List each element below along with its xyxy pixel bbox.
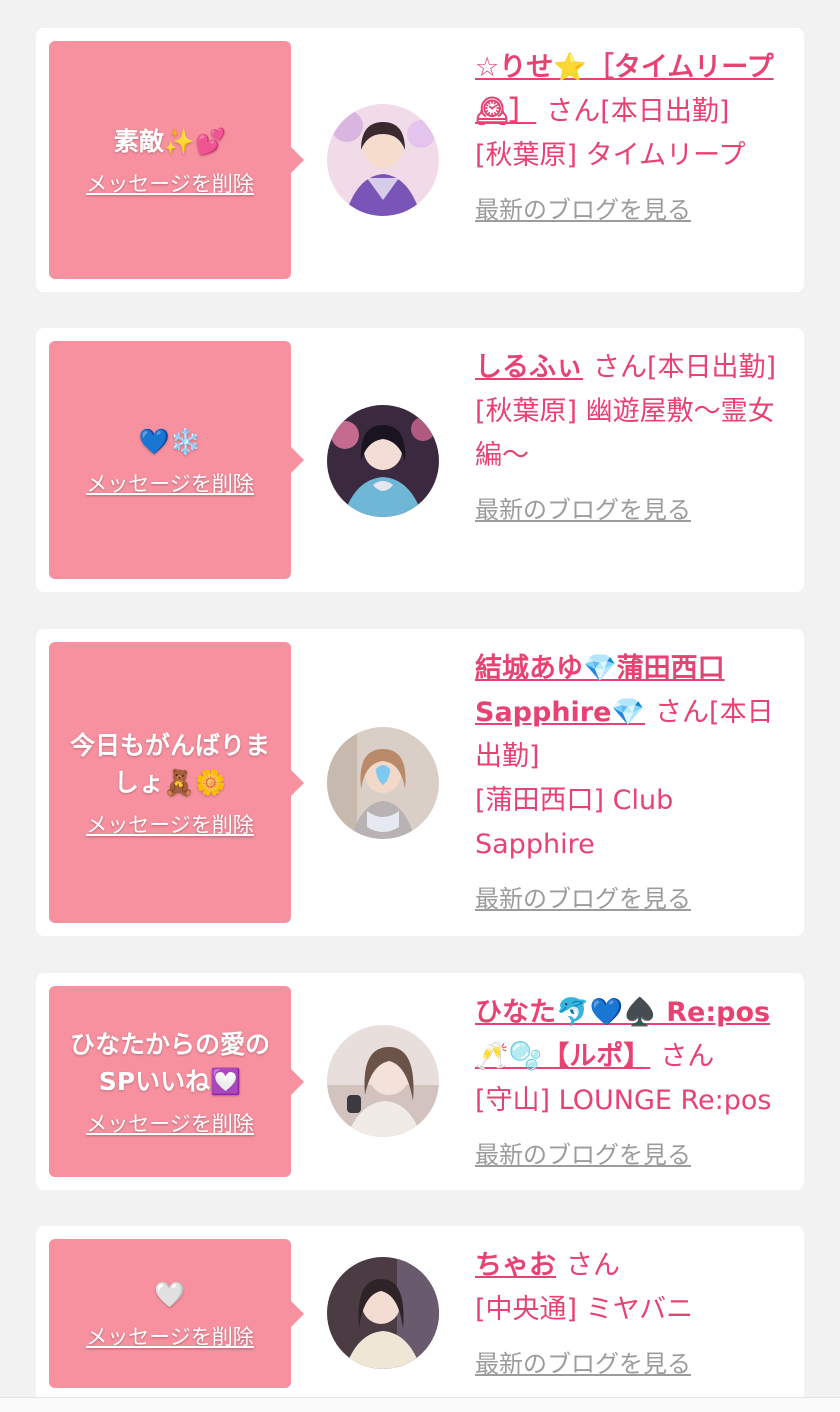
avatar[interactable] bbox=[327, 727, 439, 839]
girl-info: ちゃお さん [中央通] ミヤバニ 最新のブログを見る bbox=[475, 1244, 793, 1382]
message-text: 🤍 bbox=[154, 1280, 186, 1309]
message-card: 今日もがんばりましょ🧸🌼 メッセージを削除 結城あゆ💎蒲田西口Sapphire💎… bbox=[36, 629, 804, 936]
shop-info: [中央通] ミヤバニ bbox=[475, 1294, 694, 1325]
message-bubble: 🤍 メッセージを削除 bbox=[49, 1239, 304, 1388]
honorific: さん bbox=[660, 1041, 715, 1072]
message-bubble: 素敵✨💕 メッセージを削除 bbox=[49, 41, 304, 279]
shop-info: [蒲田西口] Club Sapphire bbox=[475, 785, 674, 860]
message-bubble: 💙❄️ メッセージを削除 bbox=[49, 341, 304, 579]
message-bubble: ひなたからの愛のSPいいね💟 メッセージを削除 bbox=[49, 986, 304, 1177]
delete-message-link[interactable]: メッセージを削除 bbox=[86, 468, 254, 498]
message-text: 💙❄️ bbox=[138, 426, 202, 456]
message-text: ひなたからの愛のSPいいね💟 bbox=[69, 1029, 270, 1096]
shop-info: [秋葉原] タイムリープ bbox=[475, 140, 746, 171]
girl-name-link[interactable]: ひなた🐬💙♠️ Re:pos 🥂🫧【ルポ】 bbox=[475, 997, 770, 1072]
message-text: 素敵✨💕 bbox=[113, 126, 227, 156]
girl-info: ☆りせ⭐️［タイムリープ🕰］ さん[本日出勤] [秋葉原] タイムリープ 最新のブ… bbox=[475, 46, 793, 228]
latest-blog-link[interactable]: 最新のブログを見る bbox=[475, 1137, 793, 1173]
avatar-image bbox=[327, 1025, 439, 1137]
honorific: さん bbox=[655, 697, 710, 728]
avatar-image bbox=[327, 405, 439, 517]
shop-info: [秋葉原] 幽遊屋敷〜霊女編〜 bbox=[475, 396, 775, 471]
shop-info: [守山] LOUNGE Re:pos bbox=[475, 1085, 772, 1116]
delete-message-link[interactable]: メッセージを削除 bbox=[86, 1321, 254, 1351]
girl-name-link[interactable]: ちゃお bbox=[475, 1250, 556, 1281]
message-list: 素敵✨💕 メッセージを削除 ☆りせ⭐️［タイムリープ🕰］ さん[本日出勤] [秋葉… bbox=[0, 0, 840, 1412]
girl-info: ひなた🐬💙♠️ Re:pos 🥂🫧【ルポ】 さん [守山] LOUNGE Re:p… bbox=[475, 991, 793, 1173]
avatar[interactable] bbox=[327, 1025, 439, 1137]
honorific: さん bbox=[593, 352, 647, 383]
delete-message-link[interactable]: メッセージを削除 bbox=[86, 1108, 254, 1138]
message-bubble: 今日もがんばりましょ🧸🌼 メッセージを削除 bbox=[49, 642, 304, 923]
avatar[interactable] bbox=[327, 1257, 439, 1369]
girl-name-link[interactable]: しるふぃ bbox=[475, 352, 583, 383]
avatar-image bbox=[327, 1257, 439, 1369]
girl-info: 結城あゆ💎蒲田西口Sapphire💎 さん[本日出勤] [蒲田西口] Club S… bbox=[475, 647, 793, 917]
honorific: さん bbox=[566, 1250, 620, 1281]
girl-info: しるふぃ さん[本日出勤] [秋葉原] 幽遊屋敷〜霊女編〜 最新のブログを見る bbox=[475, 346, 793, 528]
latest-blog-link[interactable]: 最新のブログを見る bbox=[475, 492, 793, 528]
delete-message-link[interactable]: メッセージを削除 bbox=[86, 809, 254, 839]
avatar-image bbox=[327, 104, 439, 216]
honorific: さん bbox=[546, 96, 601, 127]
message-card: ひなたからの愛のSPいいね💟 メッセージを削除 ひなた🐬💙♠️ Re:pos 🥂… bbox=[36, 973, 804, 1190]
latest-blog-link[interactable]: 最新のブログを見る bbox=[475, 1346, 793, 1382]
attendance-status: [本日出勤] bbox=[647, 352, 777, 383]
latest-blog-link[interactable]: 最新のブログを見る bbox=[475, 881, 793, 917]
avatar[interactable] bbox=[327, 104, 439, 216]
message-text: 今日もがんばりましょ🧸🌼 bbox=[69, 730, 270, 797]
latest-blog-link[interactable]: 最新のブログを見る bbox=[475, 192, 793, 228]
attendance-status: [本日出勤] bbox=[600, 96, 730, 127]
message-card: 💙❄️ メッセージを削除 しるふぃ さん[本日出勤] [秋葉原] 幽遊屋敷〜霊女編… bbox=[36, 328, 804, 592]
bottom-bar bbox=[0, 1397, 840, 1412]
message-card: 素敵✨💕 メッセージを削除 ☆りせ⭐️［タイムリープ🕰］ さん[本日出勤] [秋葉… bbox=[36, 28, 804, 292]
avatar-image bbox=[327, 727, 439, 839]
avatar[interactable] bbox=[327, 405, 439, 517]
message-card: 🤍 メッセージを削除 ちゃお さん [中央通] ミヤバニ 最新のブログを見る bbox=[36, 1226, 804, 1401]
delete-message-link[interactable]: メッセージを削除 bbox=[86, 168, 254, 198]
